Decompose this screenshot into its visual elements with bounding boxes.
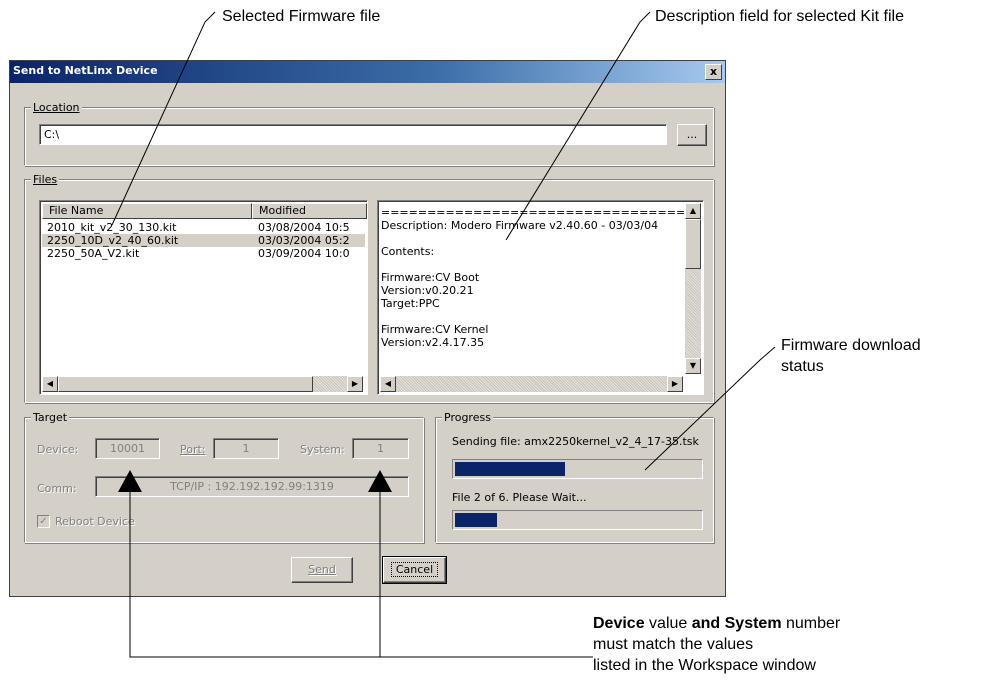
scroll-right-icon[interactable]: ▶ [667, 376, 683, 392]
send-button[interactable]: Send [291, 557, 353, 583]
description-line: Firmware:CV Boot [381, 271, 480, 284]
file-row[interactable]: 2250_50A_V2.kit 03/09/2004 10:0 [42, 247, 365, 260]
callout-note-line1: Device value and System number [593, 613, 840, 634]
callout-note-line3: listed in the Workspace window [593, 657, 816, 674]
location-path-input[interactable]: C:\ [39, 124, 667, 145]
description-line: Version:v2.4.17.35 [381, 336, 485, 349]
file-list[interactable]: File Name Modified 2010_kit_v2_30_130.ki… [39, 200, 368, 395]
device-field[interactable]: 10001 [95, 438, 160, 459]
port-field[interactable]: 1 [213, 438, 279, 459]
file-progress-fill [455, 462, 565, 476]
location-group: Location C:\ ... [24, 101, 714, 166]
comm-label: Comm: [37, 482, 77, 495]
scroll-down-icon[interactable]: ▼ [685, 358, 701, 374]
scroll-left-icon[interactable]: ◀ [380, 376, 396, 392]
device-label: Device: [37, 443, 79, 456]
callout-device-system-note: Device value and System number must matc… [593, 613, 840, 676]
description-line: ================================== [381, 206, 695, 219]
callout-note-text-value: value [644, 615, 692, 632]
callout-note-line2: must match the values [593, 636, 754, 653]
callout-note-bold-system: and System [691, 615, 782, 632]
callout-note-text-number: number [781, 615, 841, 632]
file-row-name: 2010_kit_v2_30_130.kit [47, 221, 177, 234]
file-progress-bar [452, 459, 703, 479]
browse-button[interactable]: ... [677, 124, 707, 146]
progress-group-label: Progress [442, 411, 493, 424]
progress-group: Progress Sending file: amx2250kernel_v2_… [435, 411, 714, 543]
dialog-titlebar[interactable]: Send to NetLinx Device x [10, 61, 725, 83]
cancel-button[interactable]: Cancel [382, 556, 447, 584]
file-row-modified: 03/03/2004 05:2 [258, 234, 350, 247]
description-line [381, 232, 683, 245]
column-header-modified[interactable]: Modified [252, 203, 367, 219]
file-status-text: Sending file: amx2250kernel_v2_4_17-35.t… [452, 435, 699, 448]
scroll-up-icon[interactable]: ▲ [685, 203, 701, 219]
file-row-modified: 03/08/2004 10:5 [258, 221, 350, 234]
send-to-netlinx-dialog: Send to NetLinx Device x Location C:\ ..… [9, 60, 726, 597]
file-row[interactable]: 2010_kit_v2_30_130.kit 03/08/2004 10:5 [42, 221, 365, 234]
description-line: Firmware:CV Kernel [381, 323, 489, 336]
overall-progress-fill [455, 513, 497, 527]
system-field[interactable]: 1 [352, 438, 409, 459]
files-group: Files File Name Modified 2010_kit_v2_30_… [24, 173, 714, 403]
description-line: Description: Modero Firmware v2.40.60 - … [381, 219, 659, 232]
file-row-name: 2250_10D_v2_40_60.kit [47, 234, 179, 247]
description-vertical-scrollbar[interactable]: ▲ ▼ [685, 203, 701, 374]
callout-download-status-line2: status [781, 358, 824, 375]
column-header-file-name[interactable]: File Name [42, 203, 252, 219]
description-horizontal-scrollbar[interactable]: ◀ ▶ [380, 376, 683, 392]
file-row-name: 2250_50A_V2.kit [47, 247, 140, 260]
callout-note-bold-device: Device [593, 615, 645, 632]
reboot-device-label: Reboot Device [55, 515, 135, 528]
file-row-selected[interactable]: 2250_10D_v2_40_60.kit 03/03/2004 05:2 [42, 234, 365, 247]
description-line: Target:PPC [381, 297, 440, 310]
overall-status-text: File 2 of 6. Please Wait... [452, 491, 587, 504]
description-line: Version:v0.20.21 [381, 284, 474, 297]
callout-download-status: Firmware download status [781, 335, 921, 377]
port-label: Port: [180, 443, 206, 456]
system-label: System: [300, 443, 345, 456]
callout-selected-firmware-file: Selected Firmware file [222, 8, 381, 25]
files-group-label: Files [31, 173, 60, 186]
kit-description-field[interactable]: ================================== Descri… [377, 200, 704, 395]
send-button-label: Send [308, 563, 336, 576]
callout-description-field: Description field for selected Kit file [655, 8, 904, 25]
overall-progress-bar [452, 510, 703, 530]
scroll-left-icon[interactable]: ◀ [42, 376, 58, 392]
description-line [381, 258, 683, 271]
kit-description-text: ================================== Descri… [381, 206, 695, 349]
scroll-right-icon[interactable]: ▶ [347, 376, 363, 392]
target-group-label: Target [31, 411, 70, 424]
reboot-device-checkbox[interactable]: ✓ [37, 515, 50, 528]
dialog-title: Send to NetLinx Device [13, 64, 158, 77]
description-line: Contents: [381, 245, 435, 258]
scroll-thumb[interactable] [685, 219, 701, 269]
file-list-horizontal-scrollbar[interactable]: ◀ ▶ [42, 376, 363, 392]
callout-download-status-line1: Firmware download [781, 337, 921, 354]
close-icon[interactable]: x [705, 64, 722, 80]
description-line [381, 310, 683, 323]
cancel-button-label: Cancel [390, 562, 439, 577]
location-group-label: Location [31, 101, 82, 114]
comm-field[interactable]: TCP/IP : 192.192.192.99:1319 [95, 476, 409, 497]
file-row-modified: 03/09/2004 10:0 [258, 247, 350, 260]
target-group: Target Device: 10001 Port: 1 System: 1 C… [24, 411, 424, 543]
scroll-thumb[interactable] [58, 376, 313, 392]
